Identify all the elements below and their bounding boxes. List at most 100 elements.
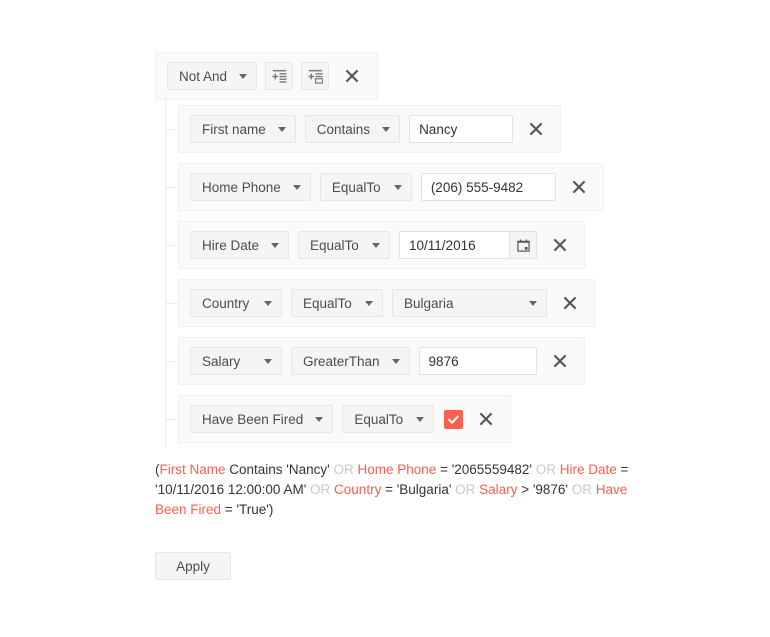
check-icon: [448, 415, 460, 424]
condition-row-wrapper: Have Been Fired EqualTo: [166, 390, 755, 448]
remove-condition-button[interactable]: [523, 116, 549, 142]
condition-value-input[interactable]: [418, 347, 537, 375]
chevron-down-icon: [239, 73, 248, 79]
close-icon: [563, 296, 577, 310]
condition-row: Home Phone EqualTo: [178, 163, 604, 211]
condition-operator-label: EqualTo: [303, 295, 352, 311]
group-logic-dropdown[interactable]: Not And: [167, 62, 258, 90]
expression-logic-operator: OR: [310, 482, 331, 497]
remove-condition-button[interactable]: [566, 174, 592, 200]
condition-operator-dropdown[interactable]: EqualTo: [298, 231, 391, 259]
condition-operator-dropdown[interactable]: Contains: [304, 115, 401, 143]
add-condition-icon: [272, 69, 287, 83]
condition-row-wrapper: Salary GreaterThan: [166, 332, 755, 390]
filter-builder: Not And First name Contains Nancy Home P…: [155, 52, 755, 448]
calendar-icon: [516, 239, 530, 252]
condition-field-label: Salary: [202, 353, 241, 369]
apply-button[interactable]: Apply: [155, 552, 231, 580]
close-icon: [572, 180, 586, 194]
close-icon: [553, 354, 566, 368]
condition-row: Have Been Fired EqualTo: [178, 395, 512, 443]
expression-text: = '2065559482': [436, 462, 536, 477]
condition-row-wrapper: Home Phone EqualTo: [166, 158, 755, 216]
condition-operator-label: GreaterThan: [303, 353, 380, 369]
expression-field-name: Country: [334, 482, 382, 497]
chevron-down-icon: [393, 184, 402, 190]
condition-value-input[interactable]: [409, 115, 514, 143]
expression-logic-operator: OR: [535, 462, 556, 477]
condition-operator-label: EqualTo: [354, 411, 404, 427]
condition-value-label: Bulgaria: [404, 295, 454, 311]
expression-logic-operator: OR: [333, 462, 354, 477]
remove-condition-button[interactable]: [473, 406, 499, 432]
expression-text: = 'Bulgaria': [381, 482, 456, 497]
chevron-down-icon: [365, 300, 373, 306]
condition-value-dropdown[interactable]: Bulgaria: [392, 289, 547, 317]
close-icon: [529, 122, 543, 136]
expression-field-name: Home Phone: [357, 462, 437, 477]
condition-field-label: Home Phone: [202, 179, 281, 195]
remove-condition-button[interactable]: [547, 232, 573, 258]
expression-field-name: First Name: [159, 462, 226, 477]
condition-value-checkbox[interactable]: [444, 409, 464, 429]
chevron-down-icon: [391, 358, 400, 364]
expression-text: Contains 'Nancy': [225, 462, 334, 477]
condition-operator-dropdown[interactable]: EqualTo: [319, 173, 412, 201]
calendar-button[interactable]: [509, 231, 538, 259]
condition-list: First nameContainsHome PhoneEqualToHire …: [165, 100, 755, 448]
condition-field-dropdown[interactable]: Salary: [190, 347, 282, 375]
condition-field-dropdown[interactable]: First name: [190, 115, 296, 143]
close-icon: [479, 412, 493, 426]
condition-operator-label: Contains: [316, 121, 371, 137]
condition-field-dropdown[interactable]: Have Been Fired: [190, 405, 334, 433]
expression-field-name: Hire Date: [559, 462, 617, 477]
condition-operator-dropdown[interactable]: EqualTo: [291, 289, 383, 317]
chevron-down-icon: [264, 300, 272, 306]
condition-field-label: Country: [202, 295, 250, 311]
date-input[interactable]: [399, 231, 510, 259]
condition-operator-label: EqualTo: [310, 237, 359, 253]
condition-row-wrapper: Country EqualTo Bulgaria: [166, 274, 755, 332]
condition-operator-dropdown[interactable]: EqualTo: [342, 405, 435, 433]
condition-field-dropdown[interactable]: Hire Date: [190, 231, 290, 259]
condition-operator-dropdown[interactable]: GreaterThan: [291, 347, 410, 375]
condition-row: First name Contains: [178, 105, 562, 153]
chevron-down-icon: [382, 126, 391, 132]
condition-row-wrapper: First name Contains: [166, 100, 755, 158]
condition-value-date: [399, 231, 538, 259]
condition-row-wrapper: Hire Date EqualTo: [166, 216, 755, 274]
condition-operator-label: EqualTo: [331, 179, 381, 195]
condition-field-label: Hire Date: [202, 237, 260, 253]
remove-condition-button[interactable]: [547, 348, 573, 374]
close-icon: [553, 238, 567, 252]
chevron-down-icon: [271, 242, 280, 248]
add-condition-button[interactable]: [265, 62, 294, 90]
chevron-down-icon: [315, 416, 324, 422]
condition-field-dropdown[interactable]: Home Phone: [190, 173, 311, 201]
expression-text: > '9876': [517, 482, 572, 497]
condition-field-dropdown[interactable]: Country: [190, 289, 282, 317]
remove-group-button[interactable]: [339, 63, 365, 89]
condition-field-label: First name: [202, 121, 266, 137]
expression-logic-operator: OR: [455, 482, 476, 497]
close-icon: [345, 69, 359, 83]
add-group-button[interactable]: [301, 62, 330, 90]
remove-condition-button[interactable]: [557, 290, 583, 316]
condition-row: Salary GreaterThan: [178, 337, 585, 385]
chevron-down-icon: [372, 242, 381, 248]
expression-text: = 'True'): [221, 502, 274, 517]
chevron-down-icon: [264, 358, 272, 364]
expression-logic-operator: OR: [571, 482, 593, 497]
filter-group-header: Not And: [155, 52, 379, 100]
chevron-down-icon: [277, 126, 286, 132]
condition-field-label: Have Been Fired: [202, 411, 304, 427]
chevron-down-icon: [416, 416, 425, 422]
condition-row: Hire Date EqualTo: [178, 221, 586, 269]
expression-preview: (First Name Contains 'Nancy' OR Home Pho…: [155, 460, 635, 520]
expression-field-name: Salary: [479, 482, 518, 497]
chevron-down-icon: [292, 184, 301, 190]
condition-value-input[interactable]: [420, 173, 556, 201]
add-group-icon: [308, 69, 323, 84]
chevron-down-icon: [529, 300, 537, 306]
condition-row: Country EqualTo Bulgaria: [178, 279, 595, 327]
